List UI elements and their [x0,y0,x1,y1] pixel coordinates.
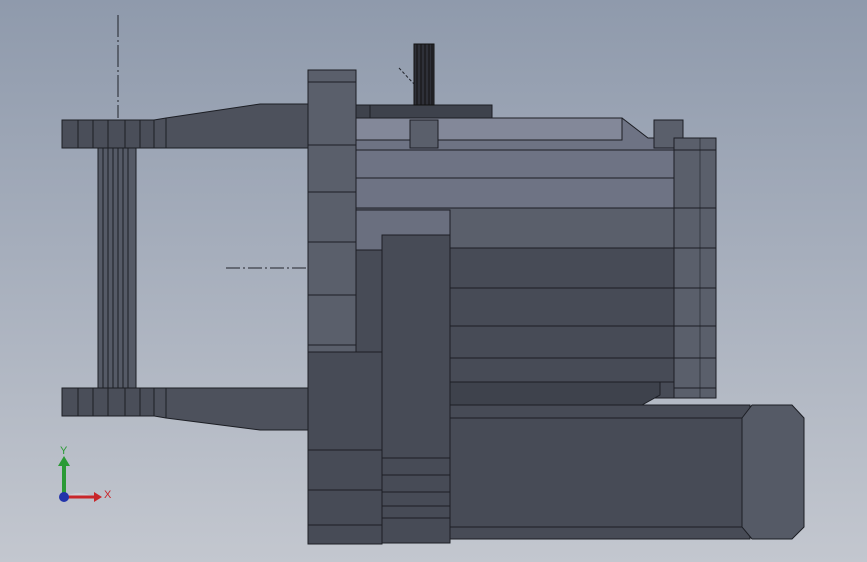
y-axis-label: Y [60,445,68,457]
lower-transition-strip[interactable] [449,381,661,406]
3d-viewport[interactable]: Y X [0,0,867,562]
bottom-yoke-arm[interactable] [61,387,309,431]
dimension-mark [398,67,415,85]
top-plate[interactable] [355,104,493,119]
motor-end-cap[interactable] [673,137,717,399]
x-axis-label: X [104,489,112,501]
motor-upper-housing[interactable] [355,117,675,209]
lower-block-left[interactable] [355,249,383,353]
top-lug[interactable] [409,119,439,149]
coordinate-triad: Y X [58,445,112,502]
splined-shaft[interactable] [413,43,435,106]
z-axis-dot [59,492,69,502]
yoke-pin-column[interactable] [97,147,137,389]
top-yoke-arm[interactable] [61,103,309,149]
lower-motor-body[interactable] [449,404,805,540]
